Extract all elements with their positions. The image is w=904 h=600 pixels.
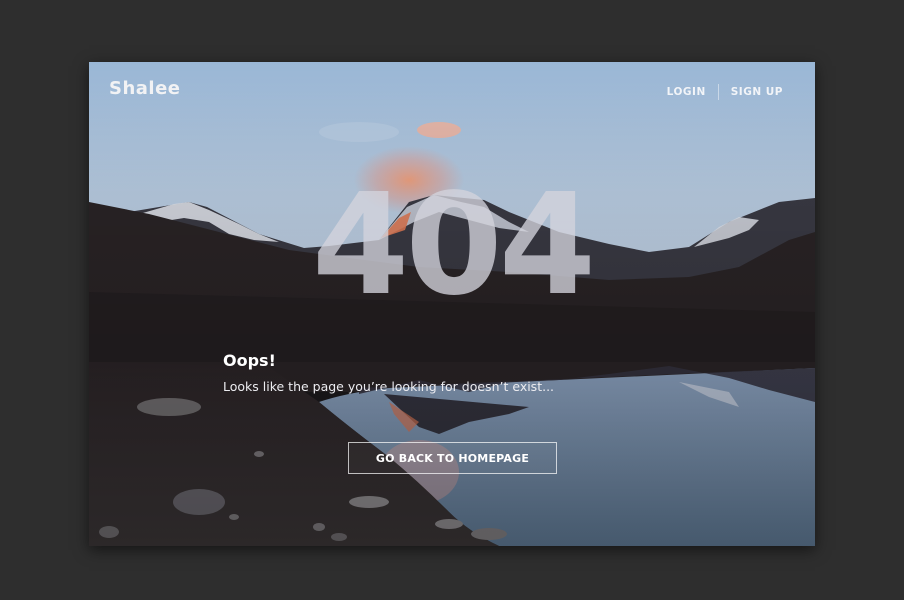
top-nav: LOGIN SIGN UP [667, 83, 783, 101]
error-code: 404 [311, 164, 596, 327]
go-home-button[interactable]: GO BACK TO HOMEPAGE [348, 442, 557, 474]
login-link[interactable]: LOGIN [667, 86, 706, 98]
page-frame: Shalee LOGIN SIGN UP 404 Oops! Looks lik… [89, 62, 815, 546]
error-message: Looks like the page you’re looking for d… [223, 379, 555, 394]
nav-divider [717, 84, 719, 100]
signup-link[interactable]: SIGN UP [731, 86, 783, 98]
error-headline: Oops! [223, 351, 276, 370]
brand-logo[interactable]: Shalee [109, 78, 181, 99]
